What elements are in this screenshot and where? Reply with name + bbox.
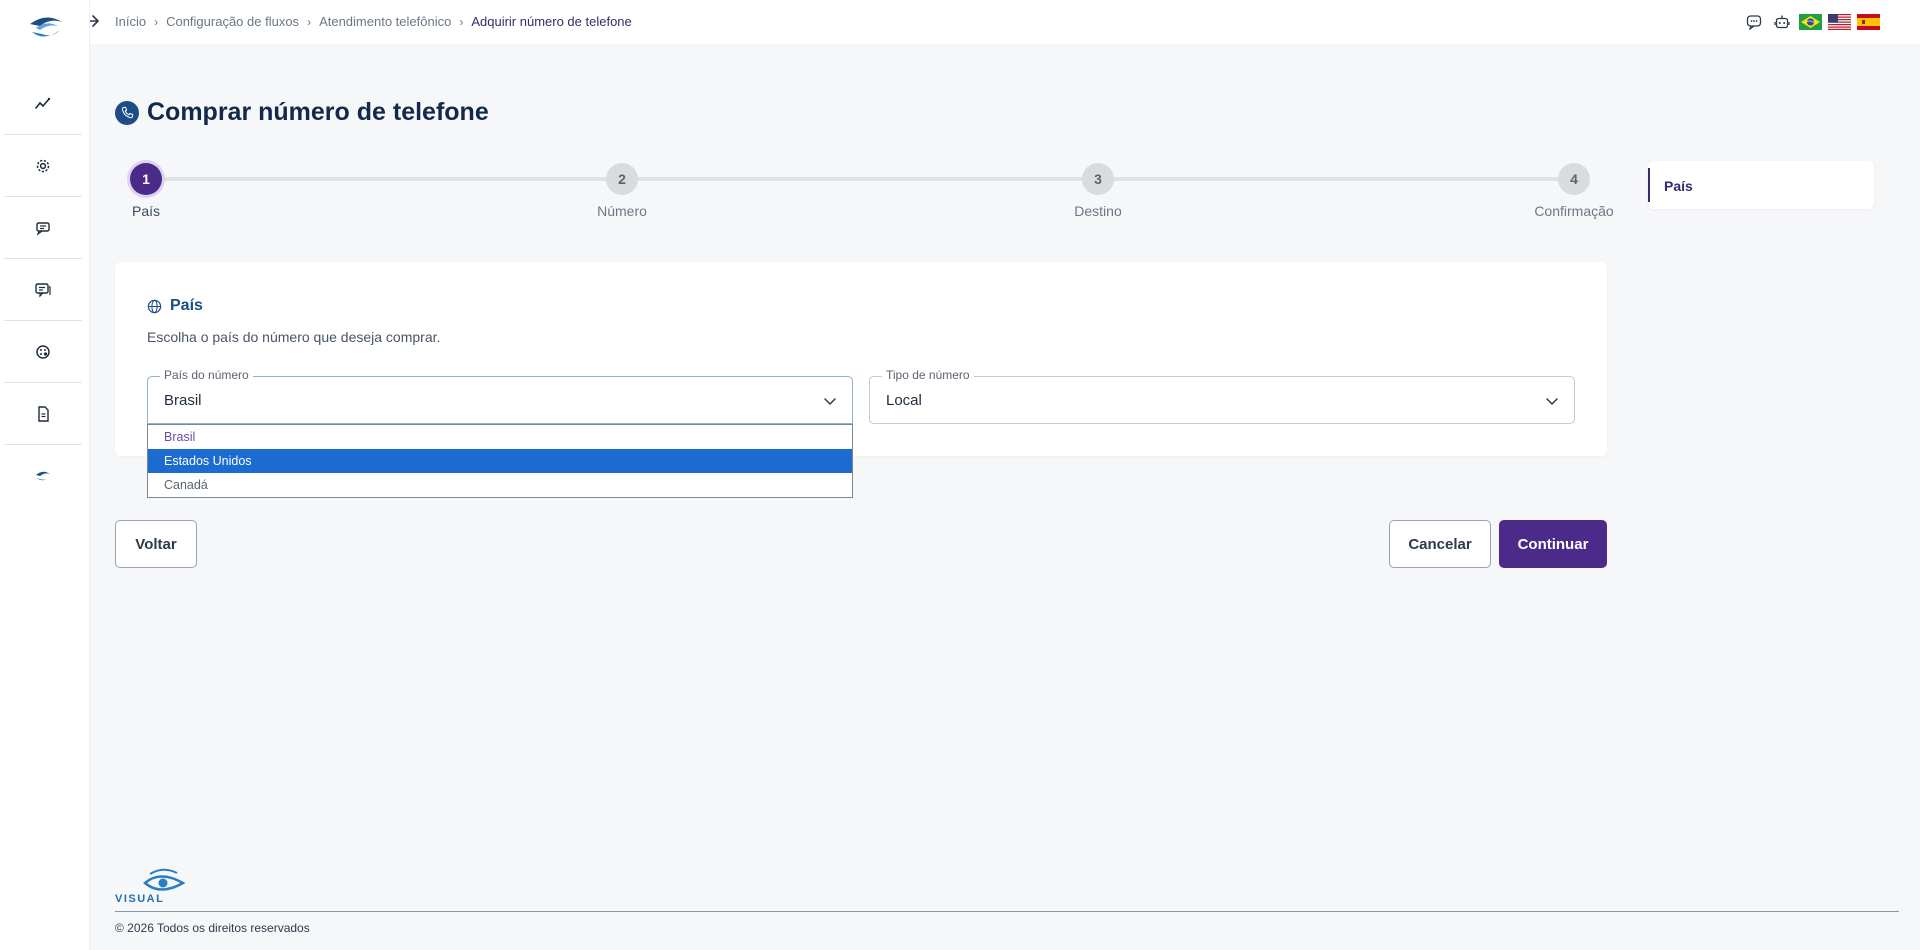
section-nav-card: País <box>1648 161 1874 209</box>
back-button[interactable]: Voltar <box>115 520 197 568</box>
dropdown-option-brasil[interactable]: Brasil <box>148 425 852 449</box>
sidebar-item-appearance[interactable] <box>4 321 82 383</box>
continue-button[interactable]: Continuar <box>1499 520 1607 568</box>
breadcrumb-current: Adquirir número de telefone <box>471 14 632 29</box>
flag-usa-icon[interactable] <box>1828 14 1851 30</box>
step-number: 1 <box>130 163 162 195</box>
step-connector <box>146 177 622 181</box>
sidebar-item-documents[interactable] <box>4 383 82 445</box>
cancel-button[interactable]: Cancelar <box>1389 520 1491 568</box>
stepper: 1 País 2 Número 3 Destino 4 Confirmação <box>130 163 1614 219</box>
card-title-text: País <box>170 297 203 314</box>
footer-brand-text: VISUAL <box>115 893 164 904</box>
header-actions <box>1743 11 1880 33</box>
chevron-down-icon <box>824 398 836 406</box>
phone-icon <box>115 100 139 125</box>
number-type-select-label: Tipo de número <box>882 368 974 382</box>
flag-brazil-icon[interactable] <box>1799 14 1822 30</box>
footer-divider <box>115 911 1899 912</box>
number-type-select[interactable]: Tipo de número Local <box>869 368 1575 424</box>
step-label: Destino <box>1074 203 1122 219</box>
sidebar-item-brand[interactable] <box>4 445 82 507</box>
step-connector <box>622 177 1098 181</box>
step-connector <box>1098 177 1574 181</box>
sidebar-item-chat-list[interactable] <box>4 197 82 259</box>
footer-copyright: © 2026 Todos os direitos reservados <box>115 921 310 935</box>
sidebar-item-analytics[interactable] <box>4 73 82 135</box>
breadcrumb: Início › Configuração de fluxos › Atendi… <box>115 14 632 29</box>
document-icon <box>38 405 49 422</box>
sidebar-item-messages[interactable] <box>4 259 82 321</box>
breadcrumb-separator-icon: › <box>459 14 464 29</box>
sidebar-item-settings[interactable] <box>4 135 82 197</box>
brand-icon <box>36 471 50 481</box>
section-nav-item-country[interactable]: País <box>1664 178 1693 194</box>
step-label: Número <box>597 203 647 219</box>
breadcrumb-phone-service[interactable]: Atendimento telefônico <box>319 14 451 29</box>
chat-list-icon <box>36 221 50 236</box>
page-title-text: Comprar número de telefone <box>147 98 489 126</box>
robot-icon[interactable] <box>1771 11 1793 33</box>
dropdown-option-canada[interactable]: Canadá <box>148 473 852 497</box>
step-number-selection[interactable]: 2 Número <box>562 163 682 219</box>
step-number: 3 <box>1082 163 1114 195</box>
page-title: Comprar número de telefone <box>115 98 489 127</box>
step-number: 4 <box>1558 163 1590 195</box>
step-destination[interactable]: 3 Destino <box>1038 163 1158 219</box>
country-dropdown-list: Brasil Estados Unidos Canadá <box>147 424 853 498</box>
palette-icon <box>36 344 50 359</box>
card-description: Escolha o país do número que deseja comp… <box>147 329 441 345</box>
app-logo-icon[interactable] <box>26 12 66 44</box>
dropdown-option-estados-unidos[interactable]: Estados Unidos <box>148 449 852 473</box>
visual-logo-icon: VISUAL <box>115 868 185 904</box>
country-select-value: Brasil <box>164 392 202 409</box>
breadcrumb-separator-icon: › <box>154 14 159 29</box>
step-label: Confirmação <box>1534 203 1614 219</box>
analytics-icon <box>35 97 51 109</box>
messages-icon <box>35 282 51 297</box>
sidebar <box>0 0 90 950</box>
chat-icon[interactable] <box>1743 11 1765 33</box>
country-select-label: País do número <box>160 368 253 382</box>
number-type-select-value: Local <box>886 392 922 409</box>
chevron-down-icon <box>1546 398 1558 406</box>
globe-icon <box>147 299 162 313</box>
settings-gear-icon <box>36 159 50 172</box>
step-country[interactable]: 1 País <box>86 163 206 219</box>
step-confirmation[interactable]: 4 Confirmação <box>1514 163 1634 219</box>
card-title: País <box>147 297 203 315</box>
step-number: 2 <box>606 163 638 195</box>
breadcrumb-home[interactable]: Início <box>115 14 146 29</box>
top-header: Início › Configuração de fluxos › Atendi… <box>0 0 1920 44</box>
country-select[interactable]: País do número Brasil <box>147 368 853 424</box>
breadcrumb-separator-icon: › <box>307 14 312 29</box>
section-nav-indicator <box>1648 168 1650 202</box>
flag-spain-icon[interactable] <box>1857 14 1880 30</box>
breadcrumb-flow-config[interactable]: Configuração de fluxos <box>166 14 299 29</box>
step-label: País <box>131 203 160 219</box>
